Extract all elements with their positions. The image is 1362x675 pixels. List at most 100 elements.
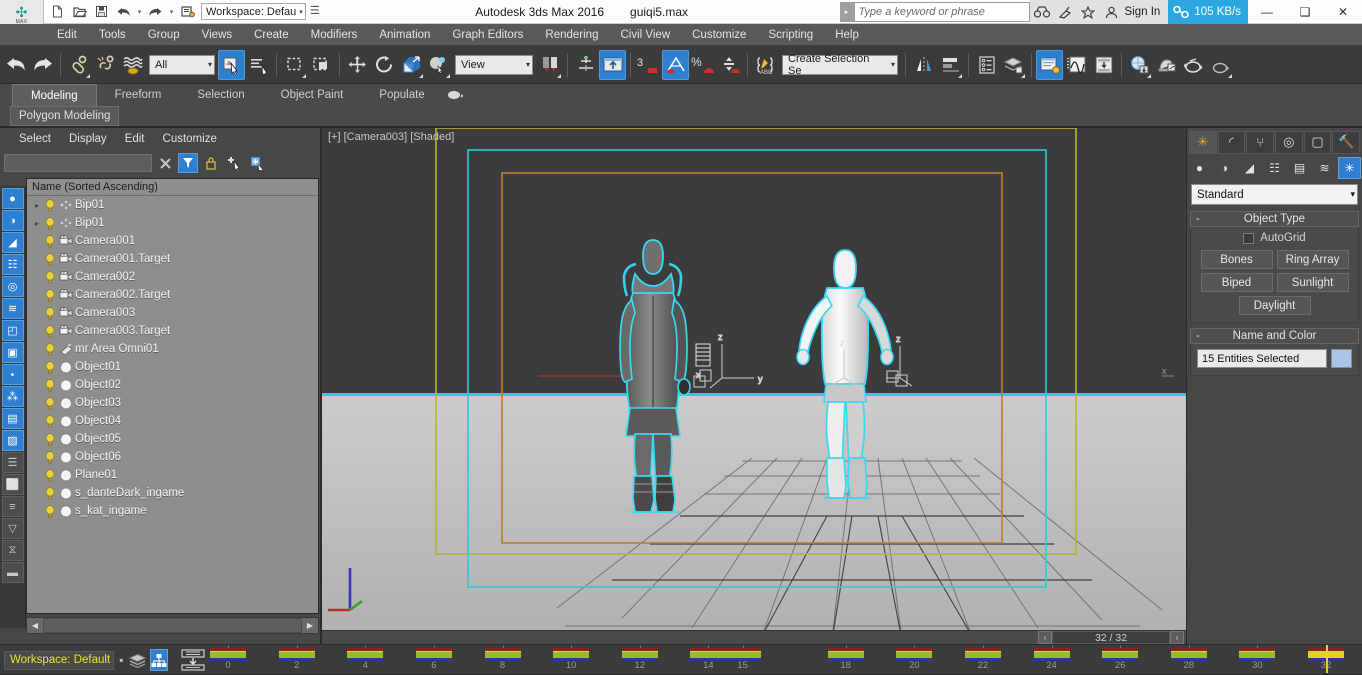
scene-explorer-row[interactable]: Camera002.Target: [27, 286, 318, 304]
minimize-button[interactable]: —: [1248, 0, 1286, 24]
expand-arrow-icon[interactable]: ▸: [31, 219, 43, 228]
max-logo-icon[interactable]: ✣ MAX: [0, 0, 44, 25]
unlink-selection-button[interactable]: [92, 50, 119, 80]
angle-snap-toggle-button[interactable]: [662, 49, 689, 80]
network-speed-badge[interactable]: 105 KB/s: [1168, 0, 1248, 24]
scrollbar-thumb[interactable]: [44, 619, 301, 632]
visibility-bulb-icon[interactable]: [43, 432, 57, 446]
reference-coordinate-system-dropdown[interactable]: View ▾: [455, 54, 533, 75]
rectangular-selection-region-button[interactable]: [281, 50, 308, 80]
object-name-input[interactable]: 15 Entities Selected: [1197, 349, 1327, 368]
filter-layers-icon[interactable]: ▤: [1, 408, 24, 429]
select-and-rotate-button[interactable]: [371, 50, 398, 80]
expand-tree-icon[interactable]: [247, 153, 267, 173]
menu-item-civil-view[interactable]: Civil View: [609, 24, 681, 46]
keyframe-marker[interactable]: [553, 648, 590, 663]
scene-explorer-row[interactable]: ▸ Bip01: [27, 214, 318, 232]
visibility-bulb-icon[interactable]: [43, 360, 57, 374]
viewport[interactable]: [+] [Camera003] [Shaded] x z z y x z: [322, 128, 1186, 630]
scene-hierarchy-icon[interactable]: [150, 649, 168, 671]
project-folder-button[interactable]: [177, 1, 198, 22]
scene-explorer-menu-display[interactable]: Display: [60, 128, 116, 150]
scene-explorer-menu-customize[interactable]: Customize: [154, 128, 226, 150]
scroll-left-arrow-icon[interactable]: ◀: [27, 618, 43, 633]
visibility-bulb-icon[interactable]: [43, 306, 57, 320]
workspace-selector[interactable]: Workspace: Defau ▾: [201, 3, 306, 20]
hierarchy-tab[interactable]: ⑂: [1246, 130, 1275, 154]
keyframe-marker[interactable]: [1033, 648, 1070, 663]
scene-explorer-row[interactable]: Object06: [27, 448, 318, 466]
scene-explorer-column-header[interactable]: Name (Sorted Ascending): [27, 179, 318, 196]
use-pivot-point-center-button[interactable]: [536, 50, 563, 80]
object-type-button-ring-array[interactable]: Ring Array: [1276, 250, 1349, 269]
add-plus-cursor-icon[interactable]: [224, 153, 244, 173]
workspace-menu-dot-icon[interactable]: ▪: [118, 653, 125, 667]
visibility-bulb-icon[interactable]: [43, 396, 57, 410]
schematic-view-button[interactable]: [1090, 50, 1117, 80]
select-by-name-button[interactable]: [245, 50, 272, 80]
mirror-button[interactable]: [910, 50, 937, 80]
visibility-bulb-icon[interactable]: [43, 378, 57, 392]
undo-button[interactable]: [2, 50, 29, 80]
ribbon-panel-polygon-modeling[interactable]: Polygon Modeling: [10, 106, 120, 126]
user-account-icon[interactable]: [1101, 2, 1122, 23]
filter-groups-icon[interactable]: ◰: [1, 320, 24, 341]
scene-explorer-button[interactable]: [1000, 50, 1027, 80]
visibility-bulb-icon[interactable]: [43, 270, 57, 284]
scene-explorer-row[interactable]: ▸ Bip01: [27, 196, 318, 214]
align-button[interactable]: [937, 50, 964, 80]
filter-lights-icon[interactable]: ◢: [1, 232, 24, 253]
scene-explorer-row[interactable]: Object05: [27, 430, 318, 448]
modify-tab[interactable]: ◜: [1217, 130, 1246, 154]
utilities-tab[interactable]: 🔨: [1332, 130, 1361, 154]
scene-explorer-horizontal-scrollbar[interactable]: ◀ ▶: [26, 617, 319, 634]
snap-angle-button[interactable]: 3: [635, 50, 662, 80]
scene-explorer-row[interactable]: Object01: [27, 358, 318, 376]
shapes-category[interactable]: ◑: [1213, 157, 1236, 179]
workspace-status-field[interactable]: Workspace: Default: [4, 650, 114, 670]
blank-panel-icon[interactable]: ⬜: [1, 474, 24, 495]
new-file-button[interactable]: [47, 1, 68, 22]
lights-category[interactable]: ◢: [1238, 157, 1261, 179]
scene-explorer-list[interactable]: Name (Sorted Ascending) ▸ Bip01 ▸ Bip01 Came…: [26, 178, 319, 614]
filter-materials-icon[interactable]: ▨: [1, 430, 24, 451]
menu-item-edit[interactable]: Edit: [46, 24, 88, 46]
filter-geometry-icon[interactable]: ●: [1, 188, 24, 209]
scene-explorer-menu-edit[interactable]: Edit: [116, 128, 154, 150]
object-type-button-bones[interactable]: Bones: [1200, 250, 1273, 269]
visibility-bulb-icon[interactable]: [43, 450, 57, 464]
lock-icon[interactable]: [201, 153, 221, 173]
object-color-swatch[interactable]: [1331, 349, 1352, 368]
filter-space-warps-icon[interactable]: ≋: [1, 298, 24, 319]
keyframe-marker[interactable]: [964, 648, 1001, 663]
systems-category[interactable]: ✳: [1338, 157, 1361, 179]
curve-editor-button[interactable]: [1063, 50, 1090, 80]
menu-item-customize[interactable]: Customize: [681, 24, 757, 46]
search-input[interactable]: Type a keyword or phrase: [853, 2, 1030, 22]
scene-explorer-menu-select[interactable]: Select: [10, 128, 60, 150]
spinner-snap-toggle-button[interactable]: [716, 50, 743, 80]
rendered-frame-window-button[interactable]: [1153, 50, 1180, 80]
keyframe-marker[interactable]: [621, 648, 658, 663]
close-button[interactable]: ✕: [1324, 0, 1362, 24]
keyframe-marker[interactable]: [347, 648, 384, 663]
visibility-bulb-icon[interactable]: [43, 342, 57, 356]
undo-button[interactable]: [113, 1, 134, 22]
scroll-right-arrow-icon[interactable]: ▶: [302, 618, 318, 633]
menu-item-animation[interactable]: Animation: [368, 24, 441, 46]
layer-stack-icon[interactable]: [129, 649, 146, 671]
scene-explorer-row[interactable]: Camera002: [27, 268, 318, 286]
satellite-dish-icon[interactable]: [1055, 2, 1076, 23]
binoculars-icon[interactable]: [1032, 2, 1053, 23]
autogrid-checkbox[interactable]: [1243, 232, 1255, 244]
list-view-icon[interactable]: ☰: [1, 452, 24, 473]
scene-explorer-row[interactable]: Object02: [27, 376, 318, 394]
render-iterative-button[interactable]: [1207, 50, 1234, 80]
menu-item-scripting[interactable]: Scripting: [757, 24, 824, 46]
key-filter-icon[interactable]: [176, 648, 210, 672]
render-setup-button[interactable]: [1126, 50, 1153, 80]
quick-access-more-button[interactable]: ☰: [306, 0, 324, 21]
sort-list-icon[interactable]: ≡: [1, 496, 24, 517]
open-file-button[interactable]: [69, 1, 90, 22]
menu-item-graph-editors[interactable]: Graph Editors: [441, 24, 534, 46]
